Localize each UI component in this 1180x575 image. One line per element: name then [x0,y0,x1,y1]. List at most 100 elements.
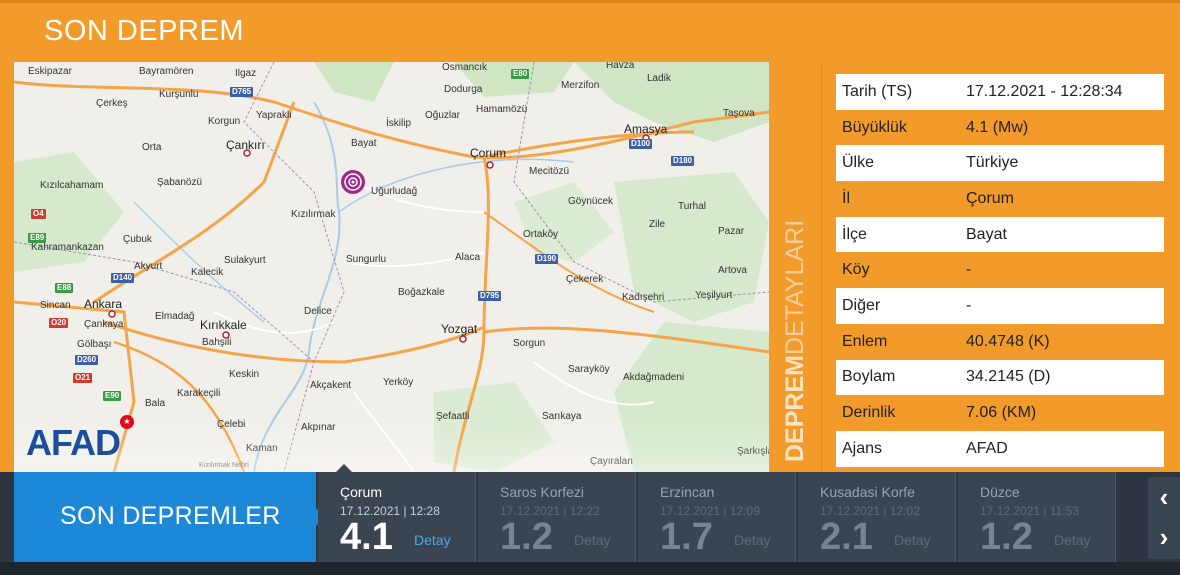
map-town-label: Pazar [718,226,745,237]
detail-key: Tarih (TS) [842,82,913,100]
detail-key: Enlem [842,332,888,350]
map-town-label: Dodurga [444,84,483,95]
quake-card[interactable]: Erzincan 17.12.2021 | 12:09 1.7 Detay [638,472,796,562]
road-shield: D260 [75,355,99,365]
detail-value: 40.4748 (K) [966,332,1050,350]
map-town-label: Çankaya [84,319,124,330]
map-town-label: Karakeçili [177,388,221,399]
quake-card[interactable]: Kusadasi Korfe 17.12.2021 | 12:02 2.1 Detay [798,472,956,562]
map-city-label: Amasya [624,122,668,136]
map-town-label: Sorgun [513,338,546,349]
map-town-label: Kadışehri [622,292,665,303]
map-town-label: Çubuk [123,234,152,245]
footer-strip [0,562,1180,575]
quake-detail-link[interactable]: Detay [574,532,611,548]
map-town-label: Ladik [647,73,671,84]
quake-place: Saros Korfezi [500,484,585,500]
quake-card[interactable]: Düzce 17.12.2021 | 11:53 1.2 Detay [958,472,1116,562]
map-city-label: Yozgat [441,322,478,336]
map-town-label: Bala [145,398,166,409]
map-town-label: Osmancık [442,62,488,73]
detail-value: Çorum [966,189,1015,207]
road-shield: E89 [28,233,47,243]
detail-row: Diğer - [836,288,1164,324]
vertical-label-strong: DEPREM [781,355,809,462]
recent-earthquakes-bar: SON DEPREMLER Çorum 17.12.2021 | 12:28 4.1… [0,464,1180,575]
road-shield: D795 [478,291,502,301]
map-town-label: Sungurlu [346,254,387,265]
road-shield: E80 [511,69,530,79]
detail-key: Ülke [842,154,875,172]
recent-earthquakes-tab[interactable]: SON DEPREMLER [14,472,316,562]
quake-detail-link[interactable]: Detay [414,532,451,548]
detail-key: Ajans [842,439,883,457]
map-town-label: Bayat [351,138,377,149]
recent-earthquakes-title: SON DEPREMLER [60,502,281,530]
road-shield: E88 [55,283,74,293]
map-town-label: Havza [606,62,635,71]
header: SON DEPREM [0,0,1180,62]
map-town-label: Sarıkaya [542,411,582,422]
detail-value: - [966,261,972,279]
map-town-label: Alaca [455,252,481,263]
road-shield: O4 [31,209,46,219]
map-town-label: Yapraklı [256,110,292,121]
detail-value: AFAD [966,439,1008,457]
quake-magnitude: 1.2 [980,516,1033,558]
quake-detail-link[interactable]: Detay [1054,532,1091,548]
map-fade-overlay [14,424,769,472]
turkish-flag-icon: ★ [120,415,134,429]
quake-detail-link[interactable]: Detay [734,532,771,548]
map-town-label: Merzifon [561,80,600,91]
map-town-label: Hamamözü [476,104,528,115]
quake-magnitude: 2.1 [820,516,873,558]
quake-detail-link[interactable]: Detay [894,532,931,548]
map-town-label: Elmadağ [155,311,195,322]
map-town-label: Ilgaz [235,68,257,79]
detail-row: İl Çorum [836,181,1164,217]
detail-value: 4.1 (Mw) [966,118,1029,136]
detail-key: Köy [842,261,870,279]
vertical-label-light: DETAYLARI [781,219,809,356]
map-town-label: Sarayköy [568,364,610,375]
map-town-label: Oğuzlar [425,110,461,121]
map-town-label: Göynücek [568,196,614,207]
map-town-label: Eskipazar [28,66,72,77]
detail-value: 7.06 (KM) [966,404,1037,422]
chevron-right-icon[interactable]: › [1148,517,1180,559]
map-city-label: Çorum [470,146,507,160]
map-town-label: Çekerek [566,274,604,285]
map-town-label: Sulakyurt [224,255,266,266]
map-town-label: Kurşunlu [159,89,199,100]
epicenter-town-label: Uğurludağ [371,186,418,197]
quake-place: Kusadasi Korfe [820,484,915,500]
quake-card[interactable]: Çorum 17.12.2021 | 12:28 4.1 Detay [318,464,476,562]
afad-logo: AFAD [26,422,121,463]
map-town-label: Yeşilyurt [695,290,733,301]
detail-key: İlçe [842,225,867,243]
map-town-label: Mecitözü [529,166,570,177]
map-town-label: İskilip [386,118,412,129]
road-shield: E90 [103,391,122,401]
map-city-label: Ankara [84,297,123,311]
map-town-label: Taşova [723,108,755,119]
epicenter-marker[interactable] [341,170,365,194]
map[interactable]: Çankırı Çorum Amasya Ankara Kırıkkale Yozgat E… [14,62,769,472]
chevron-left-icon[interactable]: ‹ [1148,477,1180,519]
map-town-label: Zile [649,219,666,230]
map-town-label: Artova [718,265,747,276]
map-town-label: Turhal [678,201,706,212]
quake-card[interactable]: Saros Korfezi 17.12.2021 | 12:22 1.2 Detay [478,472,636,562]
details-panel: Tarih (TS) 17.12.2021 - 12:28:34 Büyüklük 4… [821,62,1174,474]
map-town-label: Şabanözü [157,177,203,188]
quake-magnitude: 1.2 [500,516,553,558]
map-town-label: Korgun [208,116,241,127]
detail-row: Büyüklük 4.1 (Mw) [836,110,1164,146]
map-town-label: Bayramören [139,66,194,77]
map-town-label: Keskin [229,369,260,380]
detail-key: Diğer [842,296,881,314]
map-town-label: Çerkeş [96,98,128,109]
road-shield: D765 [230,87,254,97]
map-town-label: Sincan [40,300,71,311]
map-city-label: Kırıkkale [200,318,247,332]
